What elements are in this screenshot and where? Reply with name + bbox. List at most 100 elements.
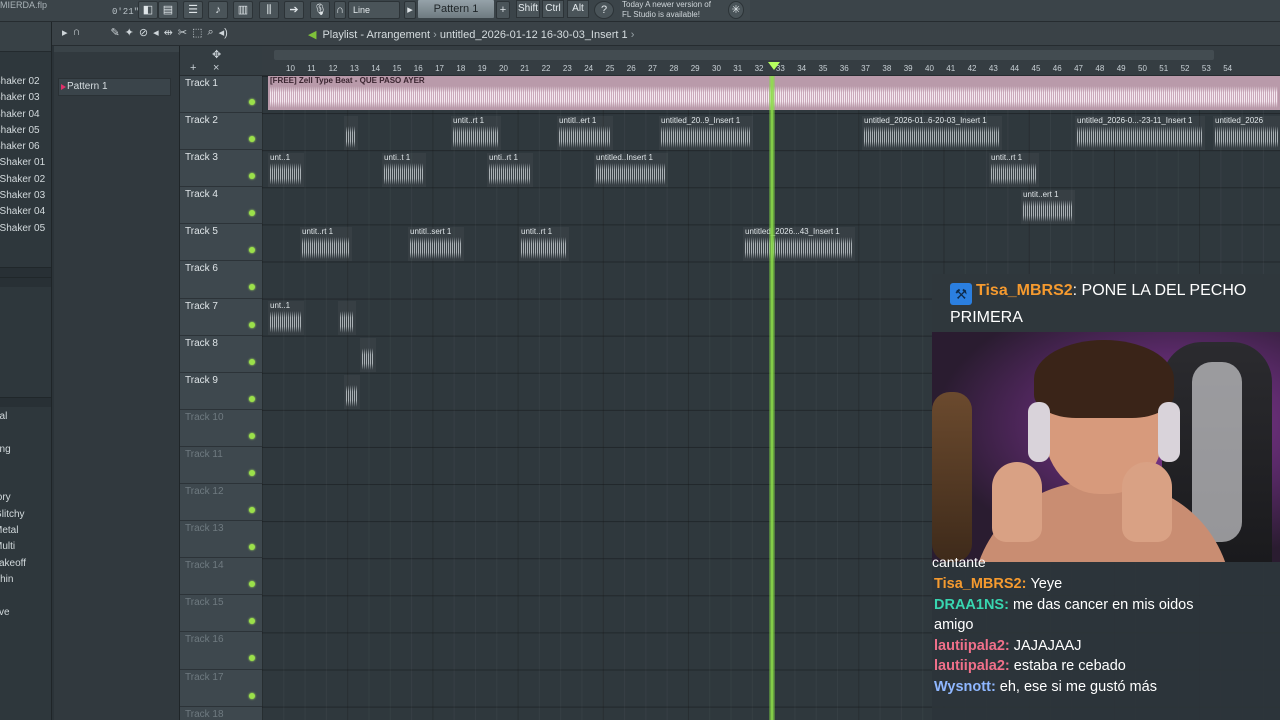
track-mute-led[interactable]	[249, 173, 255, 180]
audio-clip[interactable]: untitled..Insert 1	[594, 153, 668, 187]
play-pattern-icon[interactable]: ▸	[404, 1, 416, 19]
track-header[interactable]: Track 15	[180, 595, 262, 633]
zoom-tool-icon[interactable]: ⌕	[207, 26, 213, 39]
audio-clip[interactable]: unti..t 1	[382, 153, 426, 187]
track-mute-led[interactable]	[249, 469, 255, 476]
track-mute-led[interactable]	[249, 99, 255, 105]
help-icon[interactable]: ?	[594, 1, 614, 19]
browser-item[interactable]: Shaker 06	[0, 139, 51, 155]
track-header[interactable]: Track 18	[180, 706, 262, 720]
horizontal-scrollbar[interactable]	[274, 50, 1214, 60]
audio-clip[interactable]: untit..ert 1	[1021, 190, 1075, 224]
audio-clip[interactable]: untitl..ert 1	[557, 116, 613, 150]
browser-item[interactable]: ring	[0, 442, 51, 458]
browser-item[interactable]: Shaker 02	[0, 74, 51, 90]
browser-item[interactable]: r	[0, 474, 51, 490]
track-header[interactable]: Track 16	[180, 632, 262, 670]
track-header[interactable]: Track 17	[180, 669, 262, 707]
track-mute-led[interactable]	[249, 432, 255, 439]
browser-item[interactable]	[0, 588, 51, 604]
audio-clip[interactable]: untitled_2026	[1213, 116, 1280, 150]
track-mute-led[interactable]	[249, 544, 255, 551]
delete-tool-icon[interactable]: ⊘	[139, 26, 148, 39]
add-track-icon[interactable]: +	[190, 62, 196, 74]
ctrl-key[interactable]: Ctrl	[542, 0, 564, 18]
piano-roll-icon[interactable]: ♪	[208, 1, 228, 19]
track-header[interactable]: Track 7	[180, 298, 262, 336]
audio-clip[interactable]: untit..rt 1	[519, 227, 569, 261]
audio-clip[interactable]: untitled_20..9_Insert 1	[659, 116, 753, 150]
track-header[interactable]: Track 1	[180, 76, 262, 114]
audio-clip[interactable]: untitl..sert 1	[408, 227, 464, 261]
audio-clip[interactable]	[344, 375, 360, 409]
track-mute-led[interactable]	[249, 247, 255, 254]
draw-tool-icon[interactable]: ✎	[110, 26, 119, 39]
timeline-ruler[interactable]: 10 11 12 13 14 15 16 17 18 19 20 21 22 23 24 25 26 27 28 29…	[262, 46, 1280, 76]
browser-item[interactable]: hShaker 04	[0, 204, 51, 220]
channel-rack-icon[interactable]: ☰	[183, 1, 203, 19]
browser-item[interactable]: Shaker 04	[0, 107, 51, 123]
audio-clip[interactable]: untit..rt 1	[989, 153, 1039, 187]
browser-item[interactable]: tory	[0, 490, 51, 506]
add-pattern-button[interactable]: +	[496, 1, 510, 19]
microphone-icon[interactable]: 🎙	[310, 1, 330, 19]
toolbar-icon-1[interactable]: ◧	[138, 1, 158, 19]
select-tool-icon[interactable]: ⬚	[192, 26, 202, 39]
audio-clip[interactable]: untitled_2026...43_Insert 1	[743, 227, 855, 261]
update-icon[interactable]: ✳	[728, 1, 744, 19]
audio-clip[interactable]: untitled_2026-01..6-20-03_Insert 1	[862, 116, 1002, 150]
audio-clip[interactable]	[338, 301, 356, 335]
move-icon[interactable]: ✥	[212, 48, 221, 61]
track-header[interactable]: Track 13	[180, 521, 262, 559]
track-header[interactable]: Track 4	[180, 187, 262, 225]
browser-item[interactable]: hShaker 01	[0, 155, 51, 171]
track-header[interactable]: Track 9	[180, 372, 262, 410]
magnet-icon[interactable]: ∩	[334, 1, 346, 19]
shift-key[interactable]: Shift	[516, 0, 540, 18]
track-mute-led[interactable]	[249, 136, 255, 143]
track-header[interactable]: Track 3	[180, 150, 262, 188]
track-header[interactable]: Track 10	[180, 409, 262, 447]
browser-item[interactable]: Takeoff	[0, 556, 51, 572]
track-header[interactable]: Track 5	[180, 224, 262, 262]
track-mute-led[interactable]	[249, 581, 255, 588]
browser-item[interactable]: bal	[0, 409, 51, 425]
track-header[interactable]: Track 6	[180, 261, 262, 299]
playlist-icon[interactable]: ▤	[158, 1, 178, 19]
slice-tool-icon[interactable]: ✂	[178, 26, 187, 39]
mixer-sliders-icon[interactable]: ⫼	[259, 1, 279, 19]
audio-clip[interactable]: untit..rt 1	[300, 227, 352, 261]
playhead[interactable]	[769, 76, 775, 720]
menu-arrow-icon[interactable]: ▸	[62, 26, 68, 39]
track-mute-led[interactable]	[249, 358, 255, 365]
track-header[interactable]: Track 11	[180, 446, 262, 485]
track-mute-led[interactable]	[249, 321, 255, 328]
track-mute-led[interactable]	[249, 618, 255, 625]
track-mute-led[interactable]	[249, 284, 255, 291]
browser-item[interactable]: Metal	[0, 523, 51, 539]
track-mute-led[interactable]	[249, 395, 255, 402]
snap-select[interactable]: Line	[348, 1, 400, 19]
audio-clip[interactable]: untit..rt 1	[451, 116, 501, 150]
audio-clip[interactable]	[360, 338, 376, 372]
playhead-marker[interactable]	[768, 62, 780, 70]
magnet-icon[interactable]: ∩	[73, 26, 81, 39]
track-header[interactable]: Track 8	[180, 335, 262, 373]
browser-item[interactable]: hShaker 03	[0, 188, 51, 204]
alt-key[interactable]: Alt	[567, 0, 589, 18]
paint-tool-icon[interactable]: ✦	[125, 26, 134, 39]
browser-item[interactable]: tive	[0, 605, 51, 621]
browser-item[interactable]: hShaker 05	[0, 221, 51, 237]
pattern-item[interactable]: Pattern 1	[58, 78, 171, 96]
browser-item[interactable]: Glitchy	[0, 507, 51, 523]
track-header[interactable]: Track 12	[180, 484, 262, 522]
audio-clip[interactable]	[344, 116, 358, 150]
audio-clip[interactable]: untitled_2026-0...-23-11_Insert 1	[1075, 116, 1205, 150]
arrow-icon[interactable]: ➔	[284, 1, 304, 19]
browser-item[interactable]: Shaker 03	[0, 90, 51, 106]
audio-clip[interactable]: unt..1	[268, 301, 304, 335]
playback-tool-icon[interactable]: ◂)	[219, 26, 228, 39]
close-track-icon[interactable]: ×	[213, 62, 219, 74]
browser-item[interactable]: hShaker 02	[0, 172, 51, 188]
pattern-selector[interactable]: Pattern 1	[418, 0, 494, 18]
